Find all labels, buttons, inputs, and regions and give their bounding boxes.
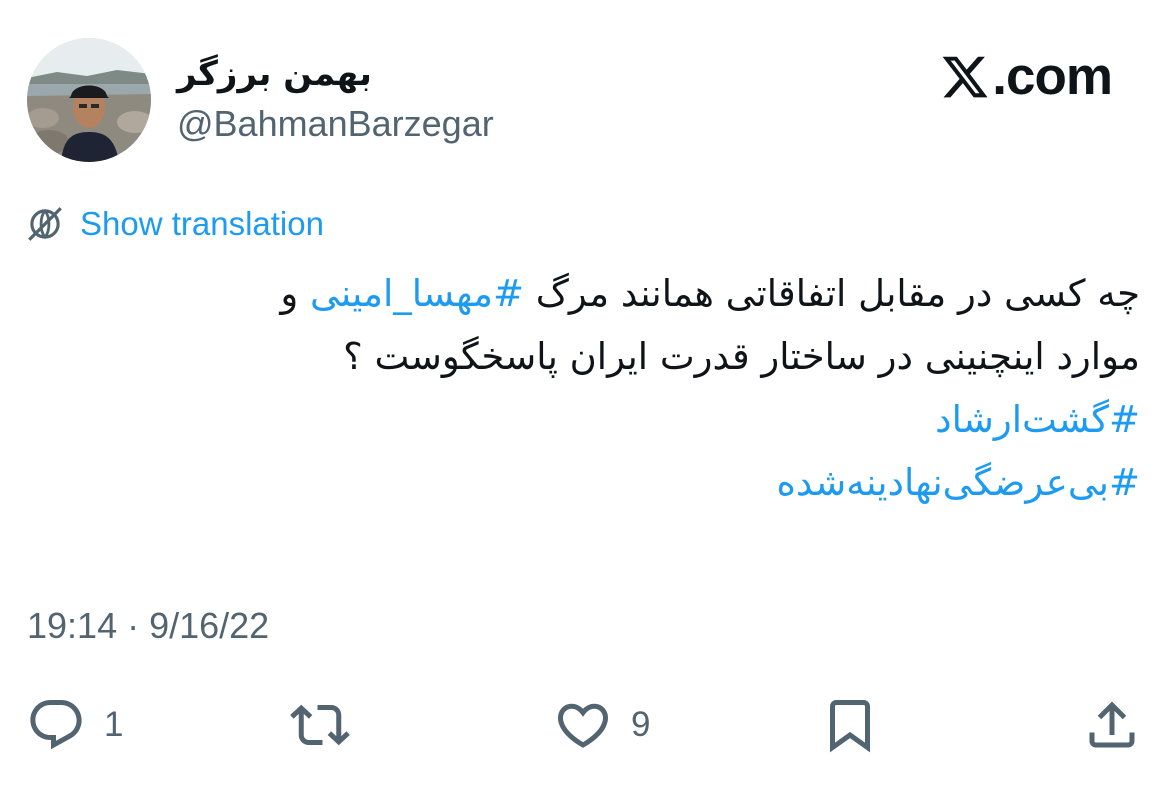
tweet-text: چه کسی در مقابل اتفاقاتی همانند مرگ #مهس…: [25, 262, 1140, 514]
tweet-text-segment: چه کسی در مقابل اتفاقاتی همانند مرگ: [523, 272, 1140, 315]
reply-count: 1: [104, 705, 124, 744]
author-display-name[interactable]: بهمن برزگر: [177, 52, 372, 96]
avatar-photo: [27, 38, 151, 162]
retweet-icon: [290, 704, 350, 746]
tweet-text-segment: و: [280, 272, 311, 315]
tweet-line-2: موارد اینچنینی در ساختار قدرت ایران پاسخ…: [343, 335, 1140, 378]
brand-logo: .com: [940, 46, 1113, 108]
like-count: 9: [631, 705, 651, 744]
show-translation-label: Show translation: [80, 205, 324, 242]
bookmark-button[interactable]: [820, 690, 880, 760]
tweet-timestamp[interactable]: 19:14 · 9/16/22: [27, 602, 269, 650]
reply-icon: [30, 700, 82, 750]
hashtag-link[interactable]: #بی‌عرضگی‌نهادینه‌شده: [25, 451, 1140, 514]
tweet-actions-bar: 1 9: [0, 690, 1170, 760]
heart-icon: [557, 703, 609, 748]
avatar[interactable]: [27, 38, 151, 162]
share-button[interactable]: [1082, 690, 1142, 760]
author-handle[interactable]: @BahmanBarzegar: [177, 100, 494, 148]
share-icon: [1089, 701, 1135, 748]
like-button[interactable]: 9: [553, 690, 650, 760]
tweet-line-1: چه کسی در مقابل اتفاقاتی همانند مرگ #مهس…: [25, 262, 1140, 325]
hashtag-link[interactable]: #مهسا_امینی: [310, 272, 524, 315]
reply-button[interactable]: 1: [26, 690, 123, 760]
translate-globe-icon: [28, 207, 62, 241]
show-translation-link[interactable]: Show translation: [24, 200, 324, 248]
retweet-button[interactable]: [290, 690, 368, 760]
hashtag-link[interactable]: #گشت‌ارشاد: [25, 388, 1140, 451]
x-logo-icon: [942, 56, 988, 98]
brand-domain: .com: [992, 47, 1113, 106]
bookmark-icon: [830, 700, 870, 753]
